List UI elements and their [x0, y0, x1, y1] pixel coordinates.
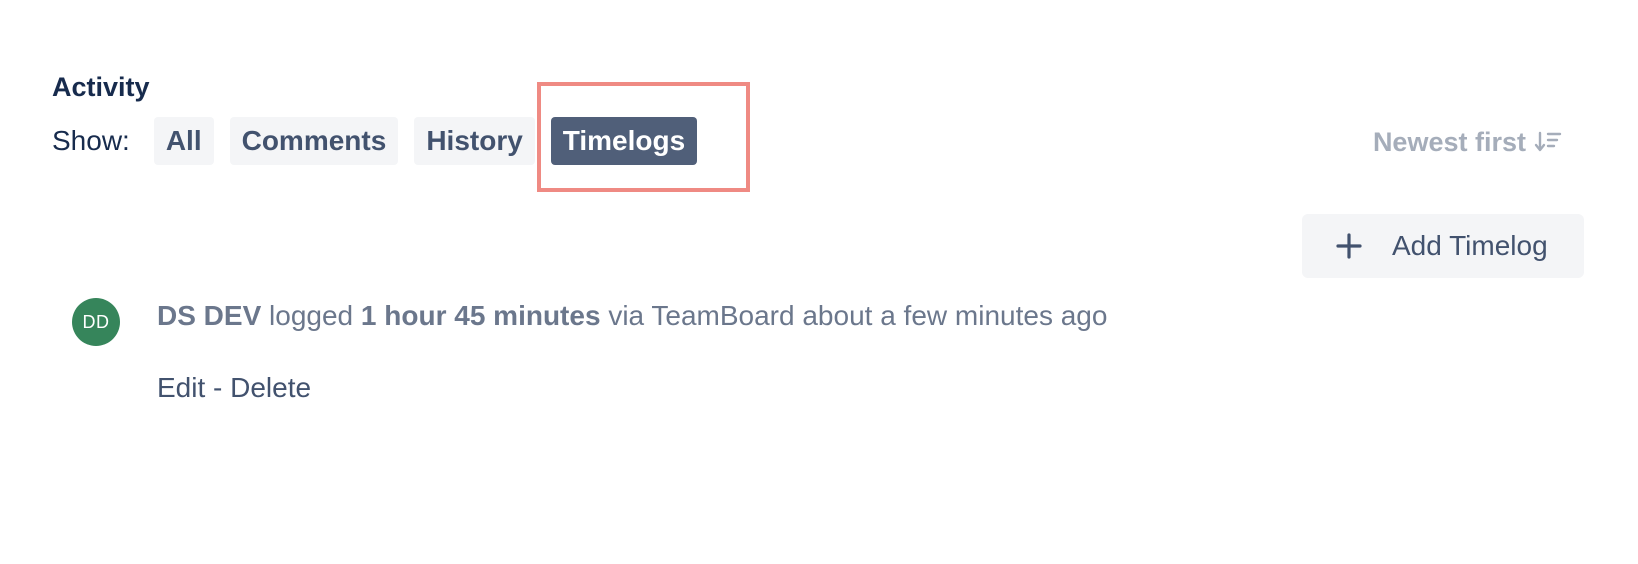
plus-icon — [1336, 233, 1362, 259]
filter-history-button[interactable]: History — [414, 117, 535, 165]
filter-timelogs-button[interactable]: Timelogs — [550, 117, 698, 165]
sort-descending-icon — [1534, 130, 1562, 154]
filter-comments-button[interactable]: Comments — [229, 117, 399, 165]
timelog-source: via TeamBoard — [608, 300, 795, 331]
delete-link[interactable]: Delete — [230, 372, 311, 403]
timelog-duration: 1 hour 45 minutes — [360, 300, 601, 331]
sort-order-label: Newest first — [1372, 126, 1526, 157]
timelog-user: DS DEV — [157, 300, 262, 331]
add-timelog-button[interactable]: Add Timelog — [1302, 214, 1584, 278]
edit-link[interactable]: Edit — [157, 372, 205, 403]
timelog-time: about a few minutes ago — [802, 300, 1108, 331]
filter-all-button[interactable]: All — [153, 117, 214, 165]
action-separator: - — [213, 372, 223, 403]
add-timelog-label: Add Timelog — [1392, 230, 1548, 261]
timelog-actions: Edit - Delete — [157, 370, 311, 406]
activity-title: Activity — [52, 72, 150, 102]
timelog-verb: logged — [269, 300, 354, 331]
avatar: DD — [72, 298, 120, 346]
activity-filter-bar: Show: All Comments History Timelogs — [52, 117, 713, 165]
timelog-entry-text: DS DEV logged 1 hour 45 minutes via Team… — [157, 298, 1107, 334]
show-label: Show: — [52, 125, 130, 156]
sort-order-button[interactable]: Newest first — [1373, 122, 1562, 162]
